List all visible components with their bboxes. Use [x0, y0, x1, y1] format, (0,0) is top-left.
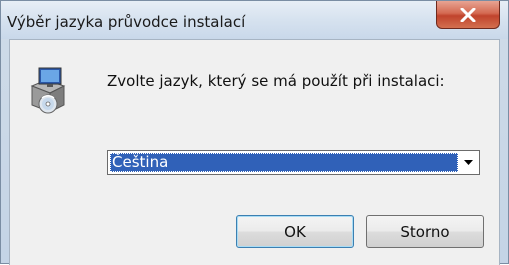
language-dialog-window: Výběr jazyka průvodce instalací Zvolte j…	[0, 0, 509, 265]
chevron-down-icon	[464, 160, 473, 165]
language-select[interactable]: Čeština	[107, 150, 480, 175]
language-prompt-label: Zvolte jazyk, který se má použít při ins…	[107, 72, 445, 90]
window-title: Výběr jazyka průvodce instalací	[7, 13, 246, 31]
title-bar[interactable]: Výběr jazyka průvodce instalací	[1, 1, 508, 39]
close-icon	[460, 7, 476, 22]
setup-installer-icon	[30, 67, 66, 114]
dialog-body: Zvolte jazyk, který se má použít při ins…	[9, 39, 500, 265]
close-button[interactable]	[436, 1, 500, 29]
cancel-button[interactable]: Storno	[366, 215, 484, 248]
language-select-value[interactable]: Čeština	[110, 153, 458, 172]
ok-button[interactable]: OK	[236, 215, 354, 248]
dropdown-button[interactable]	[459, 152, 478, 173]
